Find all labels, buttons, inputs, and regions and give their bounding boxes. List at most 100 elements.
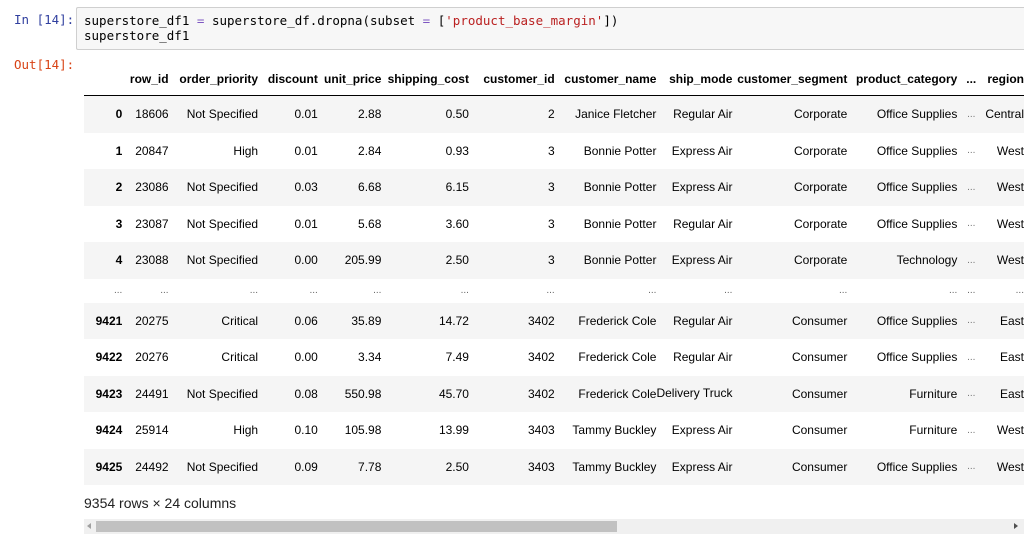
horizontal-scrollbar[interactable]: [84, 519, 1024, 534]
table-cell: 24491: [135, 386, 169, 401]
table-cell: Express Air: [671, 423, 733, 438]
table-cell: West: [996, 180, 1024, 195]
table-cell: ...: [648, 285, 657, 296]
table-cell: Office Supplies: [876, 143, 958, 158]
code-var: superstore_df1: [84, 13, 197, 28]
table-cell: Furniture: [909, 386, 958, 401]
table-body: 0 18606 Not Specified 0.01 2.88 0.50 2 Janice F…: [84, 95, 1024, 485]
table-cell: 0.01: [294, 107, 318, 122]
table-cell: Tammy Buckley: [572, 423, 657, 438]
row-index: 9425: [95, 459, 123, 474]
table-cell: 6.15: [445, 180, 469, 195]
table-cell: Office Supplies: [876, 459, 958, 474]
table-cell: Express Air: [671, 143, 733, 158]
row-index: 9422: [95, 350, 123, 365]
table-cell: Not Specified: [186, 180, 259, 195]
table-cell: Frederick Cole: [578, 386, 657, 401]
column-header: product_category: [847, 63, 958, 96]
table-cell: Consumer: [791, 423, 848, 438]
column-header: row_id: [122, 63, 169, 96]
table-cell: 205.99: [344, 253, 382, 268]
table-cell: ...: [309, 285, 318, 296]
table-cell: 5.68: [358, 216, 382, 231]
ellipsis-cell: ...: [967, 254, 976, 266]
dataframe-shape: 9354 rows × 24 columns: [84, 495, 237, 511]
table-cell: 550.98: [344, 386, 382, 401]
table-cell: 13.99: [438, 423, 469, 438]
table-cell: 20847: [135, 143, 169, 158]
table-cell: Express Air: [671, 253, 733, 268]
row-index: 9424: [95, 423, 123, 438]
table-cell: 20276: [135, 350, 169, 365]
scroll-left-icon[interactable]: [87, 523, 91, 529]
table-cell: 0.01: [294, 143, 318, 158]
column-header: region: [985, 63, 1024, 96]
ellipsis-cell: ...: [967, 181, 976, 193]
table-cell: 3403: [527, 423, 555, 438]
table-cell: ...: [160, 285, 169, 296]
table-row: 1 20847 High 0.01 2.84 0.93 3 Bonnie Potter Expr…: [84, 133, 1024, 170]
table-cell: Bonnie Potter: [583, 216, 657, 231]
column-header: unit_price: [317, 63, 382, 96]
table-cell: 25914: [135, 423, 169, 438]
table-cell: Office Supplies: [876, 180, 958, 195]
table-cell: ...: [373, 285, 382, 296]
table-cell: 6.68: [358, 180, 382, 195]
code-input-area[interactable]: superstore_df1 = superstore_df.dropna(su…: [76, 7, 1024, 50]
table-cell: 3.34: [358, 350, 382, 365]
ellipsis-column-header: ...: [957, 63, 986, 96]
table-cell: 2: [547, 107, 555, 122]
table-cell: Not Specified: [186, 386, 259, 401]
table-cell: 0.09: [294, 459, 318, 474]
header-row: row_id order_priority discount unit_price sh…: [84, 63, 1024, 96]
row-index: 2: [115, 180, 123, 195]
code-call: superstore_df.dropna(subset: [204, 13, 423, 28]
scrollbar-thumb[interactable]: [96, 521, 617, 532]
ellipsis-row: .......................................: [84, 279, 1024, 303]
code-bracket-open: [: [430, 13, 446, 28]
row-index: 3: [115, 216, 123, 231]
table-cell: 23087: [135, 216, 169, 231]
table-cell: Regular Air: [673, 350, 733, 365]
output-area: row_id order_priority discount unit_price sh…: [84, 63, 1024, 485]
code-line-2: superstore_df1: [84, 28, 190, 43]
table-cell: Consumer: [791, 350, 848, 365]
table-cell: 23088: [135, 253, 169, 268]
table-cell: ...: [460, 285, 469, 296]
table-cell: East: [999, 386, 1024, 401]
table-cell: 7.78: [358, 459, 382, 474]
table-cell: 3: [547, 143, 555, 158]
table-row: 9424 25914 High 0.10 105.98 13.99 3403 Tammy Bu…: [84, 412, 1024, 449]
code-text[interactable]: superstore_df1 = superstore_df.dropna(su…: [84, 13, 618, 43]
table-cell: 3: [547, 216, 555, 231]
table-cell: 23086: [135, 180, 169, 195]
table-header: row_id order_priority discount unit_price sh…: [84, 63, 1024, 96]
table-cell: ...: [1015, 285, 1024, 296]
scroll-right-icon[interactable]: [1014, 523, 1018, 529]
table-cell: Frederick Cole: [578, 313, 657, 328]
table-cell: Not Specified: [186, 459, 259, 474]
table-cell: 2.88: [358, 107, 382, 122]
table-cell: 0.03: [294, 180, 318, 195]
table-row: 4 23088 Not Specified 0.00 205.99 2.50 3 Bonnie…: [84, 242, 1024, 279]
table-cell: Corporate: [793, 216, 848, 231]
table-cell: Critical: [221, 350, 259, 365]
table-cell: Tammy Buckley: [572, 459, 657, 474]
table-cell: 45.70: [438, 386, 469, 401]
column-header: shipping_cost: [381, 63, 469, 96]
table-cell: 3: [547, 253, 555, 268]
table-cell: 20275: [135, 313, 169, 328]
row-index: ...: [113, 285, 123, 296]
row-index: 9421: [95, 313, 123, 328]
column-header: order_priority: [168, 63, 259, 96]
row-index: 9423: [95, 386, 123, 401]
table-cell: 0.08: [294, 386, 318, 401]
output-prompt: Out[14]:: [14, 57, 75, 72]
table-cell: Consumer: [791, 313, 848, 328]
ellipsis-cell: ...: [967, 145, 976, 157]
table-cell: Express Air: [671, 459, 733, 474]
ellipsis-cell: ...: [967, 108, 976, 120]
table-cell: 0.01: [294, 216, 318, 231]
table-cell: Furniture: [909, 423, 958, 438]
table-cell: 2.84: [358, 143, 382, 158]
